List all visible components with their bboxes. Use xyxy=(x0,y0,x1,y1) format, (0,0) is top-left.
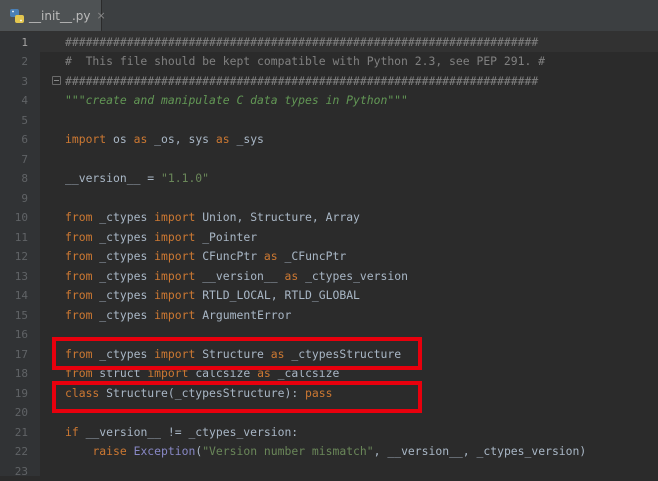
code-token: import xyxy=(154,288,202,302)
line-number: 21 xyxy=(0,423,28,443)
tab-filename: __init__.py xyxy=(29,9,91,23)
code-line[interactable]: __version__ = "1.1.0" xyxy=(65,169,209,189)
code-token: import xyxy=(154,308,202,322)
code-token: ArgumentError xyxy=(202,308,291,322)
annotation-box-line-17 xyxy=(52,337,422,370)
code-token: import xyxy=(154,269,202,283)
line-number: 4 xyxy=(0,91,28,111)
code-token: Exception xyxy=(134,444,196,458)
line-number: 12 xyxy=(0,247,28,267)
line-number-gutter: 1234567891011121314151617181920212223 xyxy=(0,32,40,476)
code-line[interactable]: ########################################… xyxy=(65,72,538,92)
code-token: from xyxy=(65,288,99,302)
code-token: _sys xyxy=(236,132,263,146)
annotation-box-line-19 xyxy=(52,381,422,413)
line-number: 5 xyxy=(0,111,28,131)
code-token: __version__ xyxy=(202,269,284,283)
code-line[interactable]: raise Exception("Version number mismatch… xyxy=(65,442,586,462)
code-line[interactable]: from _ctypes import RTLD_LOCAL, RTLD_GLO… xyxy=(65,286,360,306)
code-line[interactable]: if __version__ != _ctypes_version: xyxy=(65,423,298,443)
code-token: _ctypes_version xyxy=(305,269,408,283)
code-token: from xyxy=(65,230,99,244)
code-token: __version__ = xyxy=(65,171,161,185)
code-line[interactable]: # This file should be kept compatible wi… xyxy=(65,52,545,72)
code-token: "1.1.0" xyxy=(161,171,209,185)
code-line[interactable]: from _ctypes import Union, Structure, Ar… xyxy=(65,208,360,228)
code-token: as xyxy=(264,249,285,263)
code-line[interactable]: from _ctypes import ArgumentError xyxy=(65,306,291,326)
code-token: # This file should be kept compatible wi… xyxy=(65,54,545,68)
code-token xyxy=(65,444,92,458)
code-token: import xyxy=(65,132,113,146)
line-number: 15 xyxy=(0,306,28,326)
code-token: """create and manipulate C data types in… xyxy=(65,93,408,107)
close-tab-icon[interactable]: × xyxy=(97,9,106,22)
code-token: import xyxy=(154,230,202,244)
code-token: from xyxy=(65,269,99,283)
line-number: 17 xyxy=(0,345,28,365)
code-token: ########################################… xyxy=(65,74,538,88)
line-number: 22 xyxy=(0,442,28,462)
line-number: 1 xyxy=(0,33,28,53)
line-number: 19 xyxy=(0,384,28,404)
line-number: 8 xyxy=(0,169,28,189)
code-token: _ctypes xyxy=(99,308,154,322)
code-token: _ctypes xyxy=(99,230,154,244)
code-token: as xyxy=(216,132,237,146)
line-number: 23 xyxy=(0,462,28,481)
python-file-icon xyxy=(9,8,25,24)
code-token: os xyxy=(113,132,134,146)
code-line[interactable]: from _ctypes import __version__ as _ctyp… xyxy=(65,267,408,287)
code-line[interactable]: from _ctypes import CFuncPtr as _CFuncPt… xyxy=(65,247,346,267)
code-line[interactable]: ########################################… xyxy=(65,33,538,53)
code-token: , __version__, _ctypes_version) xyxy=(374,444,587,458)
code-token: _ctypes xyxy=(99,269,154,283)
code-token: CFuncPtr xyxy=(202,249,264,263)
line-number: 13 xyxy=(0,267,28,287)
code-token: _ctypes xyxy=(99,288,154,302)
code-token: RTLD_LOCAL, RTLD_GLOBAL xyxy=(202,288,360,302)
code-token: if xyxy=(65,425,86,439)
code-token: _CFuncPtr xyxy=(285,249,347,263)
code-line[interactable]: import os as _os, sys as _sys xyxy=(65,130,264,150)
line-number: 3 xyxy=(0,72,28,92)
code-token: _Pointer xyxy=(202,230,257,244)
editor-tab-bar: __init__.py × xyxy=(0,0,658,32)
code-token: from xyxy=(65,210,99,224)
code-token: import xyxy=(154,210,202,224)
code-token: __version__ != _ctypes_version: xyxy=(86,425,299,439)
code-token: import xyxy=(154,249,202,263)
line-number: 14 xyxy=(0,286,28,306)
code-token: _ctypes xyxy=(99,210,154,224)
code-token: as xyxy=(134,132,155,146)
line-number: 2 xyxy=(0,52,28,72)
code-token: from xyxy=(65,308,99,322)
line-number: 9 xyxy=(0,189,28,209)
code-token: "Version number mismatch" xyxy=(202,444,373,458)
line-number: 18 xyxy=(0,364,28,384)
line-number: 11 xyxy=(0,228,28,248)
code-token: ########################################… xyxy=(65,35,538,49)
code-line[interactable]: """create and manipulate C data types in… xyxy=(65,91,408,111)
code-token: _ctypes xyxy=(99,249,154,263)
line-number: 20 xyxy=(0,403,28,423)
code-token: raise xyxy=(92,444,133,458)
line-number: 7 xyxy=(0,150,28,170)
code-token: as xyxy=(284,269,305,283)
line-number: 6 xyxy=(0,130,28,150)
file-tab-init-py[interactable]: __init__.py × xyxy=(0,0,102,31)
code-token: from xyxy=(65,249,99,263)
code-token: _os, sys xyxy=(154,132,216,146)
line-number: 10 xyxy=(0,208,28,228)
code-token: Union, Structure, Array xyxy=(202,210,360,224)
line-number: 16 xyxy=(0,325,28,345)
code-line[interactable]: from _ctypes import _Pointer xyxy=(65,228,257,248)
